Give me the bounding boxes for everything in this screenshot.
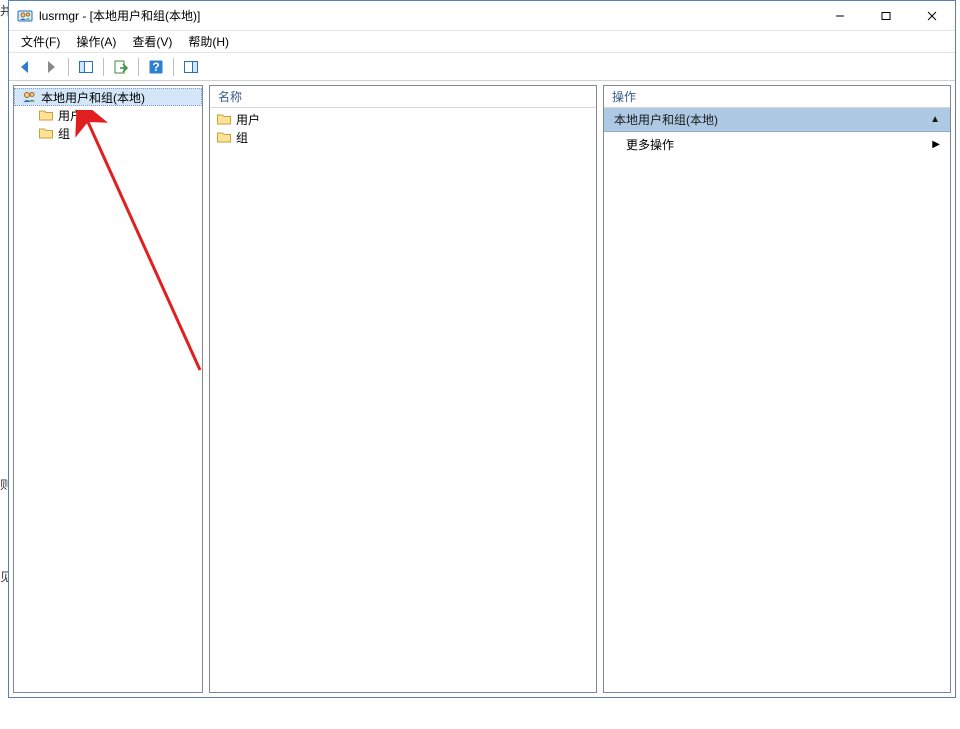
help-button[interactable]: ?	[144, 56, 168, 78]
cropped-gutter: 则	[0, 476, 8, 493]
collapse-icon: ▲	[930, 114, 940, 125]
tree-root-node[interactable]: 本地用户和组(本地)	[14, 88, 202, 106]
app-icon	[17, 8, 33, 24]
actions-header-label: 操作	[612, 88, 636, 105]
toolbar-separator	[173, 58, 174, 76]
content-area: 本地用户和组(本地) 用户	[9, 81, 955, 697]
close-button[interactable]	[909, 1, 955, 31]
list-item-groups[interactable]: 组	[210, 128, 596, 146]
window-title: lusrmgr - [本地用户和组(本地)]	[39, 7, 817, 24]
folder-icon	[216, 111, 232, 127]
back-button[interactable]	[13, 56, 37, 78]
show-hide-tree-button[interactable]	[74, 56, 98, 78]
toolbar: ?	[9, 53, 955, 81]
menu-help[interactable]: 帮助(H)	[180, 31, 237, 52]
export-list-button[interactable]	[109, 56, 133, 78]
list-column-header[interactable]: 名称	[210, 86, 596, 108]
list-body: 用户 组	[210, 108, 596, 148]
actions-panel: 操作 本地用户和组(本地) ▲ 更多操作 ▶	[603, 85, 951, 693]
actions-header: 操作	[604, 86, 950, 108]
list-item-label: 用户	[236, 111, 260, 128]
menu-bar: 文件(F) 操作(A) 查看(V) 帮助(H)	[9, 31, 955, 53]
list-item-users[interactable]: 用户	[210, 110, 596, 128]
list-item-label: 组	[236, 129, 248, 146]
action-pane-button[interactable]	[179, 56, 203, 78]
cropped-gutter: 并	[0, 2, 8, 19]
app-window: lusrmgr - [本地用户和组(本地)] 文件(F) 操作(A) 查看(V)…	[8, 0, 956, 698]
toolbar-separator	[68, 58, 69, 76]
folder-icon	[38, 107, 54, 123]
tree-groups-label: 组	[58, 125, 70, 142]
toolbar-separator	[103, 58, 104, 76]
tree-node-groups[interactable]: 组	[14, 124, 202, 142]
tree-users-label: 用户	[58, 107, 82, 124]
action-more[interactable]: 更多操作 ▶	[604, 132, 950, 156]
menu-action[interactable]: 操作(A)	[68, 31, 124, 52]
tree-node-users[interactable]: 用户	[14, 106, 202, 124]
actions-section-label: 本地用户和组(本地)	[614, 111, 718, 128]
users-groups-icon	[21, 89, 37, 105]
forward-button[interactable]	[39, 56, 63, 78]
tree: 本地用户和组(本地) 用户	[14, 86, 202, 144]
svg-text:?: ?	[152, 60, 159, 74]
folder-icon	[38, 125, 54, 141]
actions-section[interactable]: 本地用户和组(本地) ▲	[604, 108, 950, 132]
maximize-button[interactable]	[863, 1, 909, 31]
folder-icon	[216, 129, 232, 145]
tree-root-label: 本地用户和组(本地)	[41, 89, 145, 106]
minimize-button[interactable]	[817, 1, 863, 31]
menu-file[interactable]: 文件(F)	[13, 31, 68, 52]
titlebar: lusrmgr - [本地用户和组(本地)]	[9, 1, 955, 31]
tree-panel: 本地用户和组(本地) 用户	[13, 85, 203, 693]
list-panel: 名称 用户 组	[209, 85, 597, 693]
submenu-arrow-icon: ▶	[932, 139, 940, 150]
menu-view[interactable]: 查看(V)	[124, 31, 180, 52]
toolbar-separator	[138, 58, 139, 76]
column-name-label: 名称	[218, 88, 242, 105]
action-more-label: 更多操作	[626, 136, 674, 153]
cropped-gutter: 见	[0, 568, 8, 585]
